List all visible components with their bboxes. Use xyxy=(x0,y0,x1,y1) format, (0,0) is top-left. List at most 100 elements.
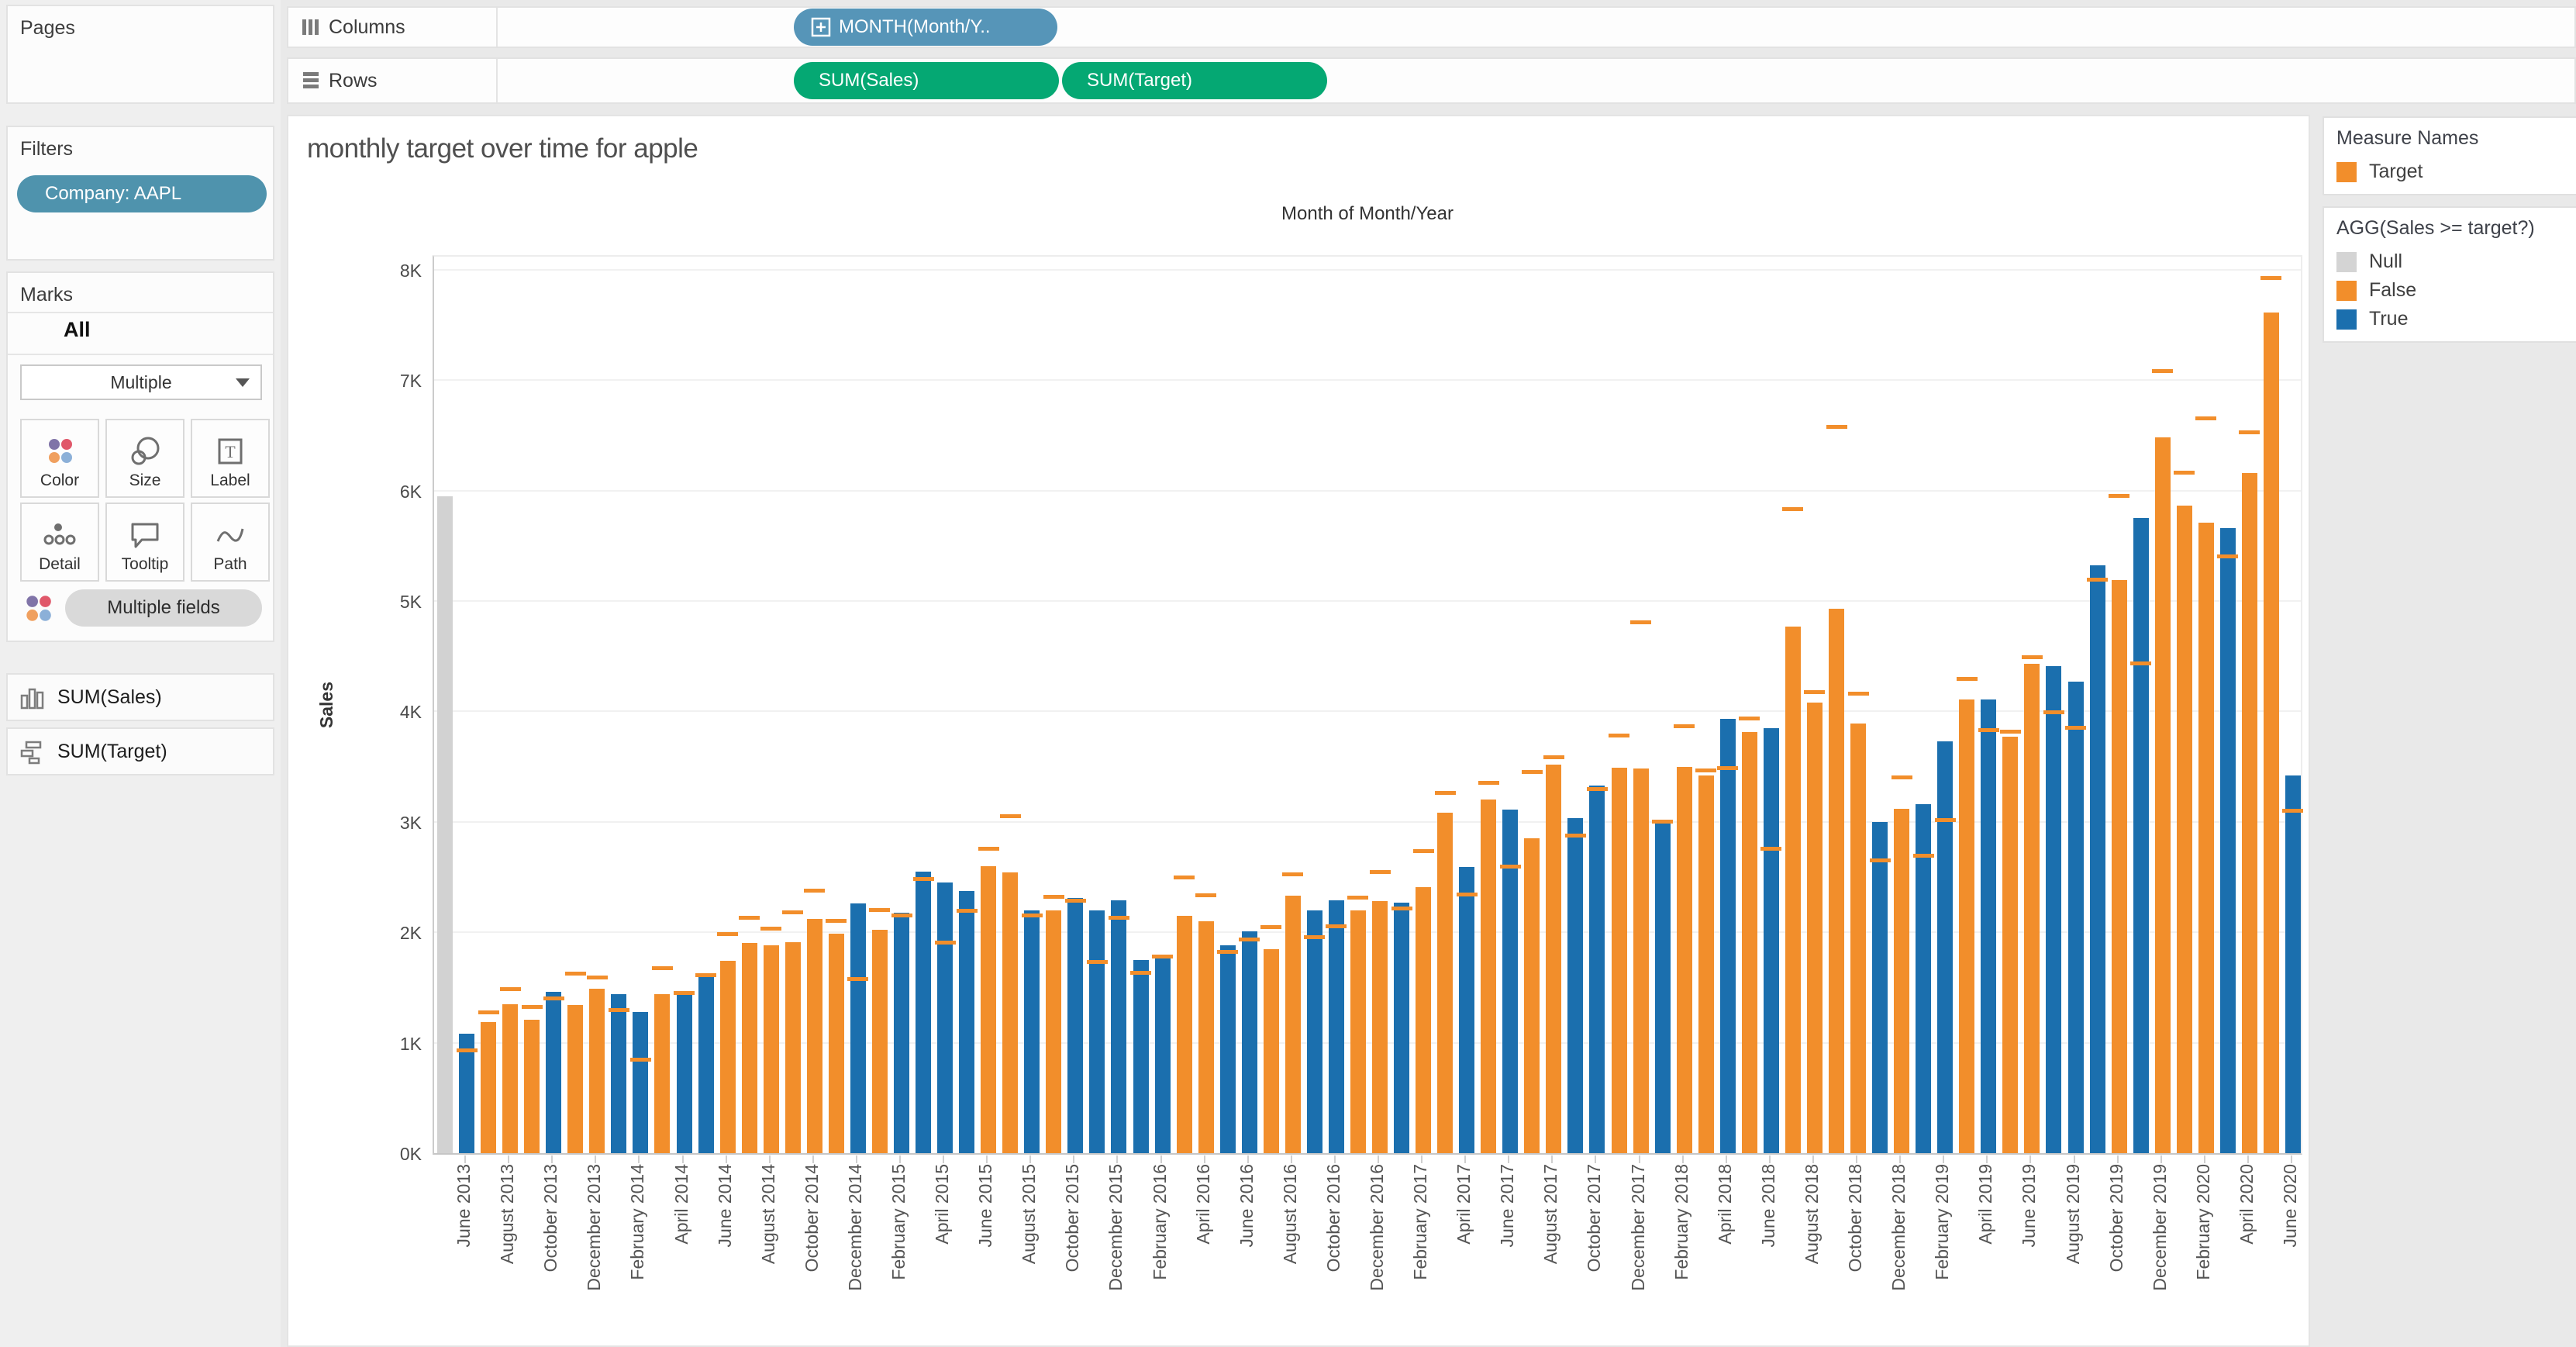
x-axis-title[interactable]: Month of Month/Year xyxy=(433,203,2302,225)
sum-target-pill[interactable]: SUM(Target) xyxy=(1062,62,1327,99)
bar-january-2016[interactable] xyxy=(1133,959,1149,1153)
target-dash-november-2014[interactable] xyxy=(826,918,847,923)
target-dash-may-2017[interactable] xyxy=(1478,780,1499,785)
target-dash-july-2013[interactable] xyxy=(478,1010,499,1015)
bar-august-2014[interactable] xyxy=(763,945,779,1153)
bar-july-2014[interactable] xyxy=(741,943,757,1153)
target-dash-march-2020[interactable] xyxy=(2217,554,2239,558)
target-dash-february-2014[interactable] xyxy=(629,1058,651,1062)
bar-june-2017[interactable] xyxy=(1502,810,1519,1153)
filter-pill-company-aapl[interactable]: Company: AAPL xyxy=(17,175,267,212)
bar-january-2020[interactable] xyxy=(2176,506,2192,1153)
target-dash-february-2017[interactable] xyxy=(1412,849,1434,854)
bar-april-2016[interactable] xyxy=(1198,920,1214,1153)
target-dash-november-2016[interactable] xyxy=(1347,896,1369,900)
target-dash-december-2016[interactable] xyxy=(1369,870,1391,875)
target-dash-june-2015[interactable] xyxy=(978,847,999,851)
target-dash-april-2016[interactable] xyxy=(1195,893,1217,898)
bar-february-2016[interactable] xyxy=(1154,954,1171,1153)
target-dash-september-2016[interactable] xyxy=(1304,935,1326,940)
target-dash-may-2019[interactable] xyxy=(1999,730,2021,734)
bar-march-2019[interactable] xyxy=(1959,699,1975,1153)
bar-may-2018[interactable] xyxy=(1741,732,1757,1153)
bar-october-2016[interactable] xyxy=(1328,900,1344,1153)
filters-shelf[interactable]: Filters Company: AAPL xyxy=(6,126,274,261)
target-dash-june-2014[interactable] xyxy=(717,932,739,937)
target-dash-june-2016[interactable] xyxy=(1239,938,1260,942)
target-dash-july-2018[interactable] xyxy=(1782,506,1804,511)
target-dash-january-2020[interactable] xyxy=(2174,470,2195,475)
target-dash-january-2018[interactable] xyxy=(1652,819,1674,824)
bar-july-2019[interactable] xyxy=(2046,665,2062,1153)
target-dash-october-2013[interactable] xyxy=(543,996,564,1000)
legend-item-false[interactable]: False xyxy=(2336,279,2576,302)
bar-september-2016[interactable] xyxy=(1306,910,1322,1153)
target-dash-november-2015[interactable] xyxy=(1086,959,1108,964)
pages-shelf[interactable]: Pages xyxy=(6,5,274,104)
bar-july-2016[interactable] xyxy=(1263,948,1279,1153)
bar-march-2016[interactable] xyxy=(1176,915,1192,1153)
bar-september-2013[interactable] xyxy=(524,1019,540,1153)
target-dash-june-2019[interactable] xyxy=(2021,655,2043,659)
bar-may-2014[interactable] xyxy=(698,972,714,1153)
bar-september-2017[interactable] xyxy=(1567,818,1584,1153)
target-dash-january-2015[interactable] xyxy=(869,907,891,912)
bar-december-2016[interactable] xyxy=(1372,901,1388,1153)
bar-october-2018[interactable] xyxy=(1850,724,1867,1153)
target-dash-november-2018[interactable] xyxy=(1869,858,1891,862)
bar-december-2014[interactable] xyxy=(850,903,866,1153)
bar-october-2017[interactable] xyxy=(1589,785,1605,1153)
bar-april-2020[interactable] xyxy=(2241,472,2257,1153)
target-dash-january-2017[interactable] xyxy=(1391,907,1412,911)
bar-november-2018[interactable] xyxy=(1872,821,1888,1153)
target-dash-march-2019[interactable] xyxy=(1956,677,1978,682)
target-dash-september-2018[interactable] xyxy=(1826,425,1847,430)
bar-april-2018[interactable] xyxy=(1719,719,1736,1153)
bar-june-2018[interactable] xyxy=(1763,727,1779,1153)
bar-may-2020[interactable] xyxy=(2263,313,2279,1153)
bar-december-2015[interactable] xyxy=(1111,900,1127,1153)
target-dash-march-2018[interactable] xyxy=(1695,768,1717,773)
bar-may-2019[interactable] xyxy=(2002,737,2019,1153)
bar-april-2014[interactable] xyxy=(676,992,692,1153)
field-row-sum-target[interactable]: SUM(Target) xyxy=(6,727,274,775)
target-dash-may-2014[interactable] xyxy=(695,972,717,977)
legend-item-null[interactable]: Null xyxy=(2336,250,2576,273)
size-button[interactable]: Size xyxy=(105,419,184,498)
bar-september-2014[interactable] xyxy=(785,941,801,1153)
target-dash-march-2016[interactable] xyxy=(1174,876,1195,880)
bar-march-2018[interactable] xyxy=(1698,775,1714,1153)
bar-april-2017[interactable] xyxy=(1459,867,1475,1153)
target-dash-december-2017[interactable] xyxy=(1630,620,1652,625)
bar-july-2017[interactable] xyxy=(1524,838,1540,1153)
bar-march-2020[interactable] xyxy=(2219,527,2236,1153)
bar-august-2015[interactable] xyxy=(1024,910,1040,1153)
target-dash-july-2019[interactable] xyxy=(2043,710,2064,714)
target-dash-august-2019[interactable] xyxy=(2065,725,2086,730)
target-dash-august-2017[interactable] xyxy=(1543,755,1564,760)
target-dash-october-2015[interactable] xyxy=(1064,899,1086,903)
target-dash-december-2014[interactable] xyxy=(847,977,869,982)
field-row-sum-sales[interactable]: SUM(Sales) xyxy=(6,673,274,721)
target-dash-september-2019[interactable] xyxy=(2087,577,2109,582)
bar-may-2015[interactable] xyxy=(959,891,975,1153)
columns-shelf[interactable]: Columns MONTH(Month/Y.. xyxy=(287,6,2576,48)
target-dash-may-2018[interactable] xyxy=(1739,717,1760,721)
target-dash-march-2017[interactable] xyxy=(1434,790,1456,795)
target-dash-august-2016[interactable] xyxy=(1282,872,1304,877)
target-dash-february-2019[interactable] xyxy=(1934,818,1956,823)
target-dash-october-2017[interactable] xyxy=(1586,787,1608,792)
target-dash-february-2018[interactable] xyxy=(1674,724,1695,729)
target-dash-april-2019[interactable] xyxy=(1978,727,1999,732)
target-dash-december-2015[interactable] xyxy=(1108,915,1129,920)
bar-september-2019[interactable] xyxy=(2089,565,2105,1153)
bar-august-2017[interactable] xyxy=(1546,764,1562,1153)
month-pill[interactable]: MONTH(Month/Y.. xyxy=(794,9,1057,46)
bar-july-2015[interactable] xyxy=(1002,872,1019,1153)
legend-item-target[interactable]: Target xyxy=(2336,161,2576,183)
bar-november-2016[interactable] xyxy=(1350,910,1366,1153)
bar-march-2014[interactable] xyxy=(654,993,671,1153)
plot-area[interactable] xyxy=(433,255,2304,1155)
target-dash-july-2015[interactable] xyxy=(999,813,1021,818)
multiple-fields-pill[interactable]: Multiple fields xyxy=(65,589,262,627)
